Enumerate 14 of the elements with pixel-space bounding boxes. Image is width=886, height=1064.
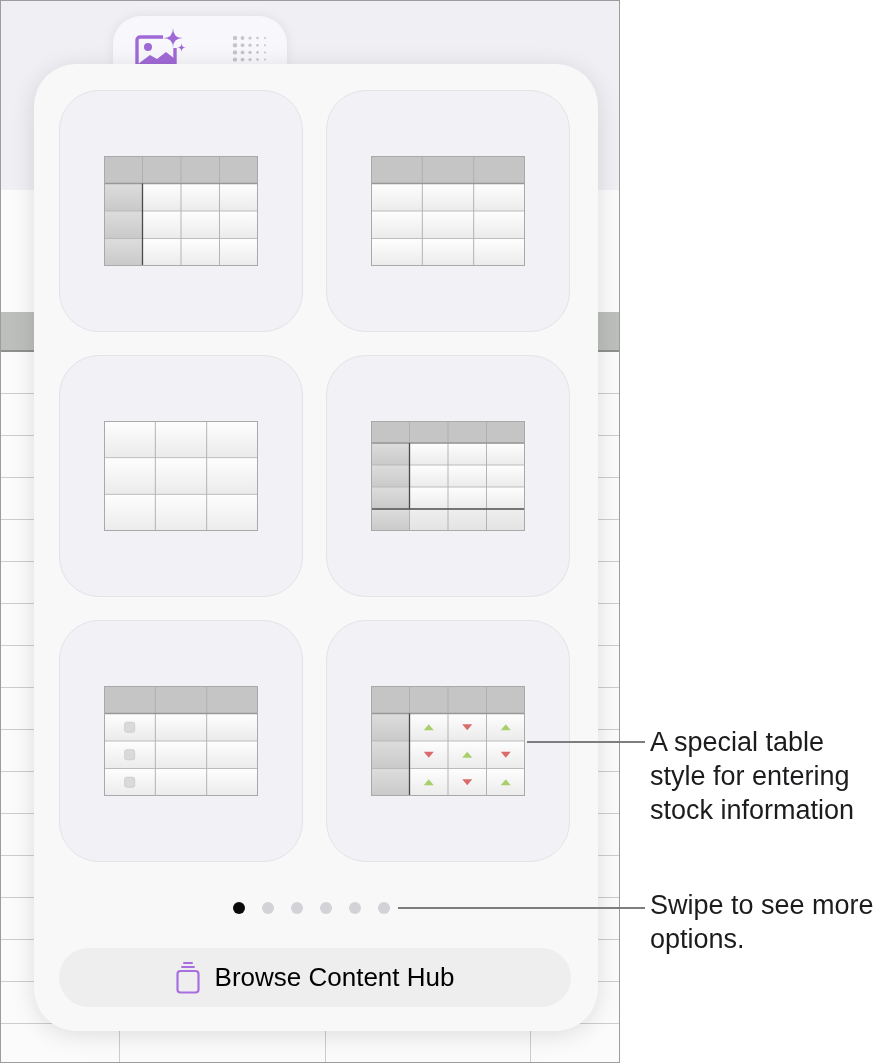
table-style-button[interactable] (326, 90, 570, 332)
dot-grid-icon (232, 35, 268, 64)
table-style-button[interactable] (59, 355, 303, 597)
callout-text: Swipe to see more options. (650, 889, 875, 956)
table-style-button[interactable] (326, 355, 570, 597)
table-style-button[interactable] (326, 620, 570, 862)
image-tab[interactable] (135, 28, 186, 64)
table-style-button[interactable] (59, 90, 303, 332)
stacked-cards-icon (175, 961, 200, 994)
browse-content-hub-button[interactable]: Browse Content Hub (59, 948, 571, 1007)
pattern-tab[interactable] (232, 35, 268, 64)
table-style-button[interactable] (59, 620, 303, 862)
image-sparkle-icon (135, 28, 186, 64)
callout-text: A special table style for entering stock information (650, 726, 856, 827)
